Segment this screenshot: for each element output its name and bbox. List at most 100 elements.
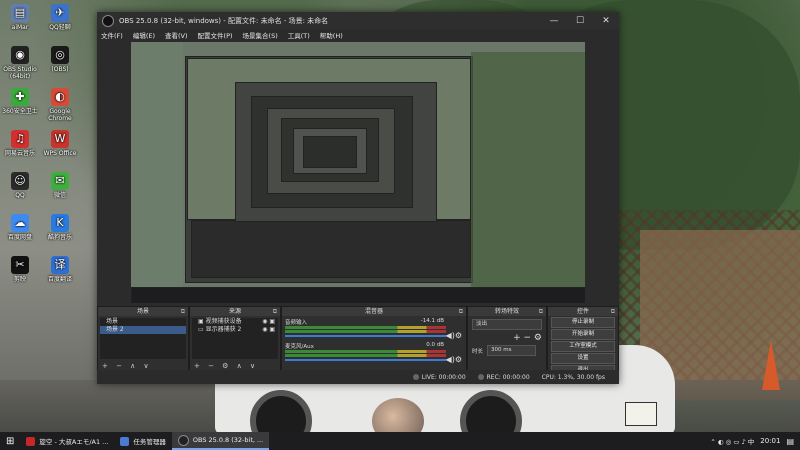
desktop-icon[interactable]: 译百度翻译 [38, 256, 82, 283]
desktop-icon-label: 网易云音乐 [4, 150, 35, 157]
desktop-icon[interactable]: K 酷狗音乐 [38, 214, 82, 241]
volume-meter [285, 350, 446, 353]
sources-list[interactable]: ▣ 视频捕获设备 ◉ ▣ ▭ 显示器捕获 2 ◉ ▣ [192, 318, 278, 359]
visibility-eye-icon[interactable]: ◉ ▣ [262, 326, 275, 334]
minimize-button[interactable]: — [541, 16, 567, 26]
desktop-icon[interactable]: ✈ QQ轻聊 [38, 4, 82, 31]
sources-dock: 来源 ⧉ ▣ 视频捕获设备 ◉ ▣ ▭ 显示器捕获 2 ◉ ▣ + − ⚙ ∧ ∨ [189, 306, 281, 372]
studio-mode-button[interactable]: 工作室模式 [551, 341, 615, 352]
sources-toolbar[interactable]: + − ⚙ ∧ ∨ [194, 362, 258, 370]
cloud-icon: ☁ [11, 214, 29, 232]
scenes-list[interactable]: 场景 场景 2 [100, 318, 186, 359]
preview-canvas[interactable] [131, 42, 585, 303]
start-recording-button[interactable]: 开始录制 [551, 329, 615, 340]
desktop-icon-label: QQ [15, 192, 25, 199]
menu-file[interactable]: 文件(F) [97, 30, 129, 40]
obs-logo-icon [102, 14, 114, 27]
camera-icon: ▣ [198, 318, 206, 325]
close-button[interactable]: ✕ [593, 16, 619, 26]
menu-view[interactable]: 查看(V) [161, 30, 194, 40]
dock-undock-icon[interactable]: ⧉ [611, 307, 615, 316]
visibility-eye-icon[interactable]: ◉ ▣ [262, 318, 275, 326]
mixer-channel-name: 麦克风/Aux [285, 344, 314, 350]
desktop-icon-label: QQ轻聊 [49, 24, 71, 31]
menu-tools[interactable]: 工具(T) [284, 30, 316, 40]
start-button[interactable]: ⊞ [0, 432, 20, 450]
volume-meter [285, 354, 446, 357]
obs-icon [177, 434, 189, 446]
duration-input[interactable]: 300 ms [487, 345, 537, 356]
desktop-icon[interactable]: W WPS Office [38, 130, 82, 157]
desktop-icon-label: aiMar [11, 24, 29, 31]
volume-meter [285, 330, 446, 333]
dock-undock-icon[interactable]: ⧉ [539, 307, 543, 316]
menu-help[interactable]: 帮助(H) [316, 30, 349, 40]
penguin-icon: ☺ [11, 172, 29, 190]
source-label: 显示器捕获 2 [205, 326, 242, 333]
chrome-icon: ◐ [51, 88, 69, 106]
maximize-button[interactable]: ☐ [567, 16, 593, 26]
source-item[interactable]: ▭ 显示器捕获 2 ◉ ▣ [192, 326, 278, 334]
source-item[interactable]: ▣ 视频捕获设备 ◉ ▣ [192, 318, 278, 326]
taskbar-item[interactable]: 任务管理器 [114, 432, 172, 450]
system-tray: ⌃ ◐ ◎ ▭ ♪ 中 20:01 ▤ [710, 436, 800, 447]
speaker-icon[interactable]: ◀)⚙ [446, 331, 462, 340]
scenes-toolbar[interactable]: + − ∧ ∨ [102, 362, 152, 370]
notification-icon[interactable]: ▤ [786, 437, 794, 446]
sources-dock-title: 来源 [228, 308, 241, 315]
dock-area: 场景 ⧉ 场景 场景 2 + − ∧ ∨ 来源 ⧉ ▣ 视频捕获设备 ◉ ▣ ▭ 显示… [97, 306, 619, 376]
obs-icon: ◉ [11, 46, 29, 64]
dock-undock-icon[interactable]: ⧉ [459, 307, 463, 316]
desktop-icon-label: (OBS) [51, 66, 69, 73]
taskbar: ⊞ 旋空 - 大叔Aエモ/A1 ... 任务管理器 OBS 25.0.8 (32… [0, 432, 800, 450]
desktop-icon[interactable]: ✂ 剪映 [0, 256, 42, 283]
desktop-icon[interactable]: ▤ aiMar [0, 4, 42, 31]
wechat-icon: ✉ [51, 172, 69, 190]
stop-recording-button[interactable]: 停止录制 [551, 317, 615, 328]
desktop-icon[interactable]: ✉ 微信 [38, 172, 82, 199]
controls-dock-title: 控件 [576, 308, 589, 315]
scene-item[interactable]: 场景 2 [100, 326, 186, 334]
mixer-channel-db: 0.0 dB [426, 342, 444, 348]
scenes-dock: 场景 ⧉ 场景 场景 2 + − ∧ ∨ [97, 306, 189, 372]
desktop-icon[interactable]: ♫ 网易云音乐 [0, 130, 42, 157]
desktop-icon[interactable]: ✚ 360安全卫士 [0, 88, 42, 115]
scenes-dock-title: 场景 [136, 308, 149, 315]
menu-scene-collection[interactable]: 场景集合(S) [239, 30, 284, 40]
rec-dot-icon [477, 374, 484, 380]
obs-titlebar[interactable]: OBS 25.0.8 (32-bit, windows) - 配置文件: 未命名… [97, 12, 619, 29]
live-status: LIVE: 00:00:00 [412, 374, 466, 381]
scene-item[interactable]: 场景 [100, 318, 186, 326]
desktop-icon-label: OBS Studio (64bit) [3, 66, 37, 80]
menu-profile[interactable]: 配置文件(P) [194, 30, 239, 40]
live-dot-icon [412, 374, 419, 380]
transition-add-remove-buttons[interactable]: + − ⚙ [468, 333, 546, 343]
status-bar: LIVE: 00:00:00 REC: 00:00:00 CPU: 1.3%, … [97, 370, 619, 384]
clock[interactable]: 20:01 [760, 437, 780, 445]
audio-mixer-dock: 混音器 ⧉ 音频输入 -14.1 dB ◀)⚙ 麦克风/Aux 0.0 dB ◀)… [281, 306, 467, 372]
volume-slider[interactable] [285, 359, 446, 361]
tray-icons[interactable]: ⌃ ◐ ◎ ▭ ♪ 中 [710, 436, 754, 446]
obs-window[interactable]: OBS 25.0.8 (32-bit, windows) - 配置文件: 未命名… [97, 12, 619, 384]
desktop-icon[interactable]: ◐ Google Chrome [38, 88, 82, 122]
bird-icon: ✈ [51, 4, 69, 22]
speaker-icon[interactable]: ◀)⚙ [446, 355, 462, 364]
desktop-icon-label: WPS Office [43, 150, 77, 157]
desktop-icon[interactable]: ☺ QQ [0, 172, 42, 199]
desktop-icon-label: Google Chrome [48, 108, 72, 122]
volume-slider[interactable] [285, 335, 446, 337]
menu-edit[interactable]: 编辑(E) [129, 30, 161, 40]
dock-undock-icon[interactable]: ⧉ [273, 307, 277, 316]
duration-label: 时长 [472, 348, 484, 355]
transition-select[interactable]: 淡出 [472, 319, 542, 330]
settings-button[interactable]: 设置 [551, 353, 615, 364]
taskbar-item-obs[interactable]: OBS 25.0.8 (32-bit, ... [171, 432, 270, 450]
taskbar-item[interactable]: 旋空 - 大叔Aエモ/A1 ... [20, 432, 114, 450]
rec-status: REC: 00:00:00 [477, 374, 530, 381]
desktop-icon[interactable]: ☁ 百度网盘 [0, 214, 42, 241]
desktop-icon[interactable]: ◉ OBS Studio (64bit) [0, 46, 42, 80]
transitions-dock: 转场特效 ⧉ 淡出 + − ⚙ 时长 300 ms [467, 306, 547, 372]
task-manager-icon [120, 436, 130, 446]
desktop-icon[interactable]: ◎ (OBS) [38, 46, 82, 73]
dock-undock-icon[interactable]: ⧉ [181, 307, 185, 316]
